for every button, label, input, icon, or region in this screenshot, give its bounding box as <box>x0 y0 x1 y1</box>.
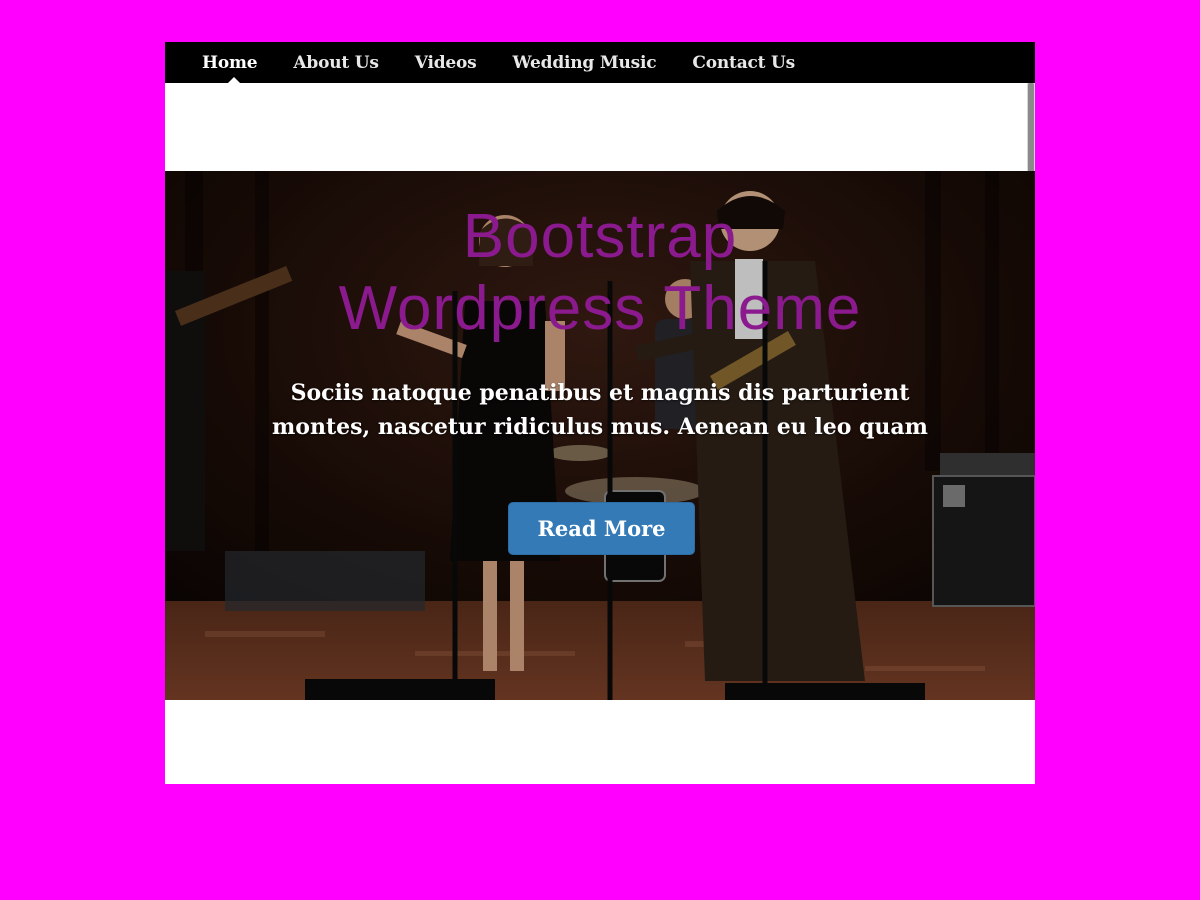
nav-item-contact-us[interactable]: Contact Us <box>692 53 795 73</box>
nav-item-home[interactable]: Home <box>202 53 258 73</box>
hero-carousel-slide: Bootstrap Wordpress Theme Sociis natoque… <box>165 171 1035 700</box>
active-nav-caret-icon <box>228 77 240 83</box>
top-navbar: Home About Us Videos Wedding Music Conta… <box>165 42 1035 83</box>
hero-title-line-1: Bootstrap <box>462 202 738 271</box>
hero-title-line-2: Wordpress Theme <box>338 274 862 343</box>
hero-description-line-1: Sociis natoque penatibus et magnis dis p… <box>290 380 910 406</box>
nav-item-videos[interactable]: Videos <box>415 53 477 73</box>
nav-menu: Home About Us Videos Wedding Music Conta… <box>202 42 831 83</box>
nav-item-about-us[interactable]: About Us <box>293 53 379 73</box>
nav-item-wedding-music[interactable]: Wedding Music <box>513 53 657 73</box>
scrollbar-thumb[interactable] <box>1028 83 1034 173</box>
hero-description-line-2: montes, nascetur ridiculus mus. Aenean e… <box>272 414 928 440</box>
website-frame: Home About Us Videos Wedding Music Conta… <box>165 42 1035 784</box>
hero-description: Sociis natoque penatibus et magnis dis p… <box>225 376 975 444</box>
read-more-button[interactable]: Read More <box>508 502 695 555</box>
hero-title: Bootstrap Wordpress Theme <box>165 201 1035 345</box>
